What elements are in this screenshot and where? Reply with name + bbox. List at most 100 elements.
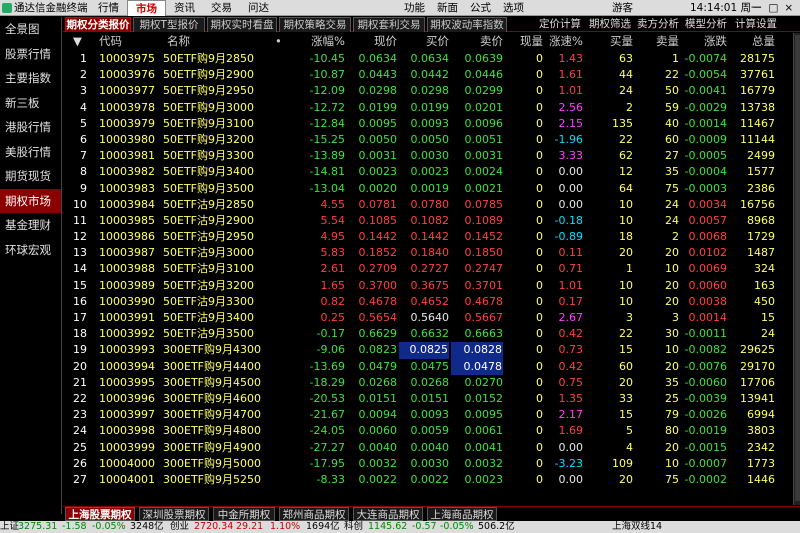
btab-cffex-option[interactable]: 中金所期权 <box>213 507 275 521</box>
row-bid-qty: 63 <box>619 52 633 65</box>
table-row[interactable]: 13 10003987 50ETF沽9月3000 5.83 0.1852 0.1840 0.… <box>63 244 793 260</box>
menu-new-page[interactable]: 新面 <box>431 0 464 16</box>
col-diff[interactable]: 涨跌 <box>681 33 727 50</box>
table-row[interactable]: 15 10003989 50ETF沽9月3200 1.65 0.3700 0.3675 0.… <box>63 277 793 293</box>
menu-quotes[interactable]: 行情 <box>90 0 127 16</box>
tab-strategy[interactable]: 期权策略交易 <box>279 17 351 32</box>
col-bid-qty[interactable]: 买量 <box>585 33 633 50</box>
table-row[interactable]: 9 10003983 50ETF购9月3500 -13.04 0.0020 0.0019 0… <box>63 180 793 196</box>
row-ask: 0.0299 <box>464 84 504 98</box>
table-row[interactable]: 25 10003999 300ETF购9月4900 -27.27 0.0040 0.004… <box>63 439 793 455</box>
menu-options[interactable]: 选项 <box>497 0 530 16</box>
btn-seller[interactable]: 卖方分析 <box>637 17 679 32</box>
row-index: 3 <box>80 84 87 98</box>
tab-realtime[interactable]: 期权实时看盘 <box>207 17 277 32</box>
btab-dce-option[interactable]: 大连商品期权 <box>353 507 423 521</box>
user-label[interactable]: 游客 <box>612 0 633 16</box>
row-name: 50ETF沽9月3400 <box>163 311 254 324</box>
table-row[interactable]: 7 10003981 50ETF购9月3300 -13.89 0.0031 0.0030 0… <box>63 147 793 163</box>
row-change-pct: -21.67 <box>309 408 345 422</box>
table-row[interactable]: 2 10003976 50ETF购9月2900 -10.87 0.0443 0.0442 0… <box>63 66 793 82</box>
table-row[interactable]: 17 10003991 50ETF沽9月3400 0.25 0.5654 0.5640 0.… <box>63 309 793 325</box>
btab-sz-stock-option[interactable]: 深圳股票期权 <box>139 507 209 521</box>
sort-icon[interactable]: ▼ <box>73 33 82 50</box>
col-price[interactable]: 现价 <box>345 33 397 50</box>
table-row[interactable]: 10 10003984 50ETF沽9月2850 4.55 0.0781 0.0780 0.… <box>63 196 793 212</box>
table-row[interactable]: 3 10003977 50ETF购9月2950 -12.09 0.0298 0.0298 0… <box>63 82 793 98</box>
row-diff: -0.0041 <box>684 84 727 98</box>
row-bid: 0.0442 <box>410 68 450 82</box>
table-row[interactable]: 5 10003979 50ETF购9月3100 -12.84 0.0095 0.0093 0… <box>63 115 793 131</box>
btab-sh-stock-option[interactable]: 上海股票期权 <box>65 507 135 521</box>
col-vol[interactable]: 现量 <box>505 33 543 50</box>
scrollbar[interactable] <box>793 33 800 505</box>
tab-arbitrage[interactable]: 期权套利交易 <box>353 17 425 32</box>
nav-fund[interactable]: 基金理财 <box>0 213 61 238</box>
table-row[interactable]: 16 10003990 50ETF沽9月3300 0.82 0.4678 0.4652 0.… <box>63 293 793 309</box>
tab-t-quote[interactable]: 期权T型报价 <box>133 17 205 32</box>
nav-neeq[interactable]: 新三板 <box>0 91 61 116</box>
nav-global[interactable]: 环球宏观 <box>0 238 61 263</box>
col-speed[interactable]: 涨速% <box>545 33 583 50</box>
menu-function[interactable]: 功能 <box>398 0 431 16</box>
table-row[interactable]: 14 10003988 50ETF沽9月3100 2.61 0.2709 0.2727 0.… <box>63 260 793 276</box>
row-index: 12 <box>73 230 87 244</box>
table-row[interactable]: 11 10003985 50ETF沽9月2900 5.54 0.1085 0.1082 0.… <box>63 212 793 228</box>
col-total[interactable]: 总量 <box>729 33 775 50</box>
row-ask-qty: 20 <box>665 440 679 454</box>
scroll-thumb[interactable] <box>795 35 800 501</box>
btn-model[interactable]: 模型分析 <box>685 17 727 32</box>
nav-us[interactable]: 美股行情 <box>0 140 61 165</box>
table-row[interactable]: 1 10003975 50ETF购9月2850 -10.45 0.0634 0.0634 0… <box>63 50 793 66</box>
table-row[interactable]: 12 10003986 50ETF沽9月2950 4.95 0.1442 0.1442 0.… <box>63 228 793 244</box>
row-ask: 0.1089 <box>464 213 504 227</box>
table-row[interactable]: 20 10003994 300ETF购9月4400 -13.69 0.0479 0.047… <box>63 358 793 375</box>
col-ask[interactable]: 卖价 <box>451 33 503 50</box>
menu-formula[interactable]: 公式 <box>464 0 497 16</box>
row-ask-qty: 75 <box>665 181 679 195</box>
col-bid[interactable]: 买价 <box>399 33 449 50</box>
table-row[interactable]: 6 10003980 50ETF购9月3200 -15.25 0.0050 0.0050 0… <box>63 131 793 147</box>
nav-hk[interactable]: 港股行情 <box>0 115 61 140</box>
nav-index[interactable]: 主要指数 <box>0 66 61 91</box>
menu-ask[interactable]: 问达 <box>240 0 277 16</box>
row-change-pct: -20.53 <box>309 391 345 405</box>
tab-volatility[interactable]: 期权波动率指数 <box>427 17 507 32</box>
col-code[interactable]: 代码 <box>99 33 122 50</box>
row-index: 16 <box>73 294 87 308</box>
btab-shfe-option[interactable]: 上海商品期权 <box>427 507 497 521</box>
table-row[interactable]: 22 10003996 300ETF购9月4600 -20.53 0.0151 0.015… <box>63 390 793 406</box>
nav-stock[interactable]: 股票行情 <box>0 42 61 67</box>
row-speed: 1.35 <box>558 391 584 405</box>
window-buttons[interactable]: －□× <box>752 0 799 16</box>
row-total: 29625 <box>740 343 775 357</box>
btab-zce-option[interactable]: 郑州商品期权 <box>279 507 349 521</box>
btn-screen[interactable]: 期权筛选 <box>589 17 631 32</box>
nav-options[interactable]: 期权市场 <box>0 188 61 213</box>
btn-calc-settings[interactable]: 计算设置 <box>735 17 777 32</box>
col-chg[interactable]: 涨幅% <box>273 33 345 50</box>
menu-trade[interactable]: 交易 <box>203 0 240 16</box>
table-row[interactable]: 8 10003982 50ETF购9月3400 -14.81 0.0023 0.0023 0… <box>63 163 793 179</box>
table-row[interactable]: 23 10003997 300ETF购9月4700 -21.67 0.0094 0.009… <box>63 406 793 422</box>
table-row[interactable]: 18 10003992 50ETF沽9月3500 -0.17 0.6629 0.6632 0… <box>63 325 793 341</box>
option-grid: ▼ 代码 名称 • 涨幅% 现价 买价 卖价 现量 涨速% 买量 卖量 涨跌 总… <box>63 33 793 487</box>
row-bid-qty: 24 <box>619 84 633 98</box>
app-title-text: 通达信金融终端 <box>14 2 88 14</box>
col-name[interactable]: 名称 <box>167 33 190 50</box>
nav-panorama[interactable]: 全景图 <box>0 17 61 42</box>
table-row[interactable]: 26 10004000 300ETF购9月5000 -17.95 0.0032 0.003… <box>63 455 793 471</box>
col-ask-qty[interactable]: 卖量 <box>637 33 679 50</box>
table-row[interactable]: 21 10003995 300ETF购9月4500 -18.29 0.0268 0.026… <box>63 374 793 390</box>
row-code: 10003990 <box>99 294 155 308</box>
table-row[interactable]: 19 10003993 300ETF购9月4300 -9.06 0.0823 0.0825… <box>63 341 793 359</box>
menu-news[interactable]: 资讯 <box>166 0 203 16</box>
table-row[interactable]: 24 10003998 300ETF购9月4800 -24.05 0.0060 0.005… <box>63 422 793 438</box>
table-row[interactable]: 27 10004001 300ETF购9月5250 -8.33 0.0022 0.0022… <box>63 471 793 487</box>
tab-option-quote[interactable]: 期权分类报价 <box>65 17 131 32</box>
table-row[interactable]: 4 10003978 50ETF购9月3000 -12.72 0.0199 0.0199 0… <box>63 99 793 115</box>
btn-pricing[interactable]: 定价计算 <box>539 17 581 32</box>
menu-market[interactable]: 市场 <box>127 0 166 16</box>
nav-futures[interactable]: 期货现货 <box>0 164 61 189</box>
row-ask-qty: 80 <box>665 424 679 438</box>
